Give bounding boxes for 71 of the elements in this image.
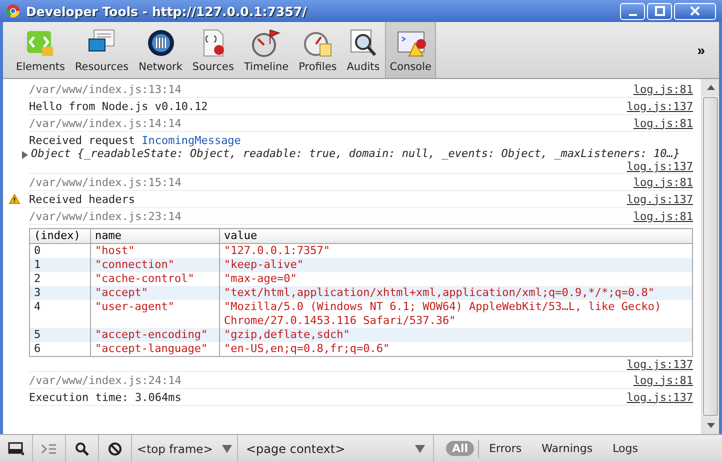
close-icon bbox=[690, 6, 700, 16]
up-arrow-icon bbox=[706, 85, 714, 90]
source-location: /var/www/index.js:15:14 bbox=[29, 176, 182, 188]
maximize-icon bbox=[654, 6, 664, 16]
table-cell: "accept-encoding" bbox=[90, 328, 220, 342]
log-message: Hello from Node.js v0.10.12 bbox=[29, 100, 208, 112]
panel-tab[interactable]: Elements bbox=[11, 22, 70, 78]
source-link[interactable]: log.js:81 bbox=[633, 116, 693, 130]
clear-icon bbox=[108, 442, 122, 456]
source-link[interactable]: log.js:81 bbox=[633, 176, 693, 188]
filter-button[interactable]: Logs bbox=[606, 441, 644, 456]
table-cell: "connection" bbox=[90, 258, 220, 272]
panel-tab[interactable]: Resources bbox=[70, 22, 134, 78]
column-header: value bbox=[220, 228, 692, 244]
log-message: Received headers bbox=[29, 192, 135, 206]
table-cell: "text/html,application/xhtml+xml,application/xml;q=0.9,*/*;q=0.8" bbox=[220, 286, 692, 300]
window-title: Developer Tools - http://127.0.0.1:7357/ bbox=[26, 4, 307, 18]
object-preview[interactable]: Object {_readableState: Object, readable: true, domain: null, _events: Object, _maxListeners: 10…} bbox=[31, 147, 680, 160]
context-select[interactable]: <page context> bbox=[238, 435, 434, 462]
table-cell: 1 bbox=[30, 258, 90, 272]
source-link[interactable]: log.js:137 bbox=[626, 358, 693, 371]
column-header: name bbox=[90, 228, 220, 244]
table-cell: "accept" bbox=[90, 286, 220, 300]
source-link[interactable]: log.js:137 bbox=[626, 390, 693, 404]
panel-tab[interactable]: Profiles bbox=[294, 22, 342, 78]
scroll-thumb[interactable] bbox=[703, 97, 718, 416]
log-message: Execution time: 3.064ms bbox=[29, 390, 182, 404]
scroll-up-button[interactable] bbox=[702, 79, 719, 96]
source-link[interactable]: log.js:81 bbox=[633, 82, 693, 96]
table-cell: "en-US,en;q=0.8,fr;q=0.6" bbox=[220, 342, 692, 356]
expand-triangle-icon[interactable] bbox=[21, 151, 29, 159]
table-cell: "keep-alive" bbox=[220, 258, 692, 272]
source-location: /var/www/index.js:23:14 bbox=[29, 210, 182, 222]
minimize-button[interactable] bbox=[620, 2, 645, 20]
panel-tab[interactable]: Audits bbox=[342, 22, 385, 78]
source-location: /var/www/index.js:13:14 bbox=[29, 82, 182, 96]
table-cell: 3 bbox=[30, 286, 90, 300]
source-link[interactable]: log.js:81 bbox=[633, 374, 693, 386]
source-link[interactable]: log.js:137 bbox=[626, 160, 693, 173]
scrollbar[interactable] bbox=[701, 79, 719, 434]
dock-icon bbox=[8, 442, 24, 456]
frame-select[interactable]: <top frame> bbox=[132, 435, 238, 462]
caret-icon bbox=[415, 444, 425, 452]
maximize-button[interactable] bbox=[647, 2, 672, 20]
source-location: /var/www/index.js:14:14 bbox=[29, 116, 182, 130]
source-location: /var/www/index.js:24:14 bbox=[29, 374, 182, 386]
log-message: Received request IncomingMessage bbox=[29, 134, 242, 147]
caret-icon bbox=[222, 444, 232, 452]
scroll-down-button[interactable] bbox=[702, 417, 719, 434]
source-link[interactable]: log.js:137 bbox=[626, 192, 693, 206]
filter-button[interactable]: Warnings bbox=[536, 441, 599, 456]
source-link[interactable]: log.js:137 bbox=[626, 100, 693, 112]
panel-tab[interactable]: Sources bbox=[187, 22, 239, 78]
source-link[interactable]: log.js:81 bbox=[633, 210, 693, 222]
table-cell: 6 bbox=[30, 342, 90, 356]
table-cell: "accept-language" bbox=[90, 342, 220, 356]
stopwatch-icon bbox=[250, 27, 282, 59]
more-panels-button[interactable]: » bbox=[697, 42, 705, 58]
panel-tab[interactable]: Network bbox=[134, 22, 188, 78]
panel-tab[interactable]: Console bbox=[384, 22, 436, 78]
table-cell: "gzip,deflate,sdch" bbox=[220, 328, 692, 342]
table-cell: 5 bbox=[30, 328, 90, 342]
filter-button[interactable]: Errors bbox=[483, 441, 528, 456]
down-arrow-icon bbox=[706, 423, 714, 428]
prompt-lines-icon bbox=[41, 442, 57, 454]
search-icon bbox=[75, 442, 89, 456]
close-button[interactable] bbox=[674, 2, 716, 20]
minimize-icon bbox=[628, 14, 636, 16]
panel-tab[interactable]: Timeline bbox=[238, 22, 294, 78]
browser-logo-icon bbox=[6, 4, 20, 18]
column-header: (index) bbox=[30, 228, 90, 244]
